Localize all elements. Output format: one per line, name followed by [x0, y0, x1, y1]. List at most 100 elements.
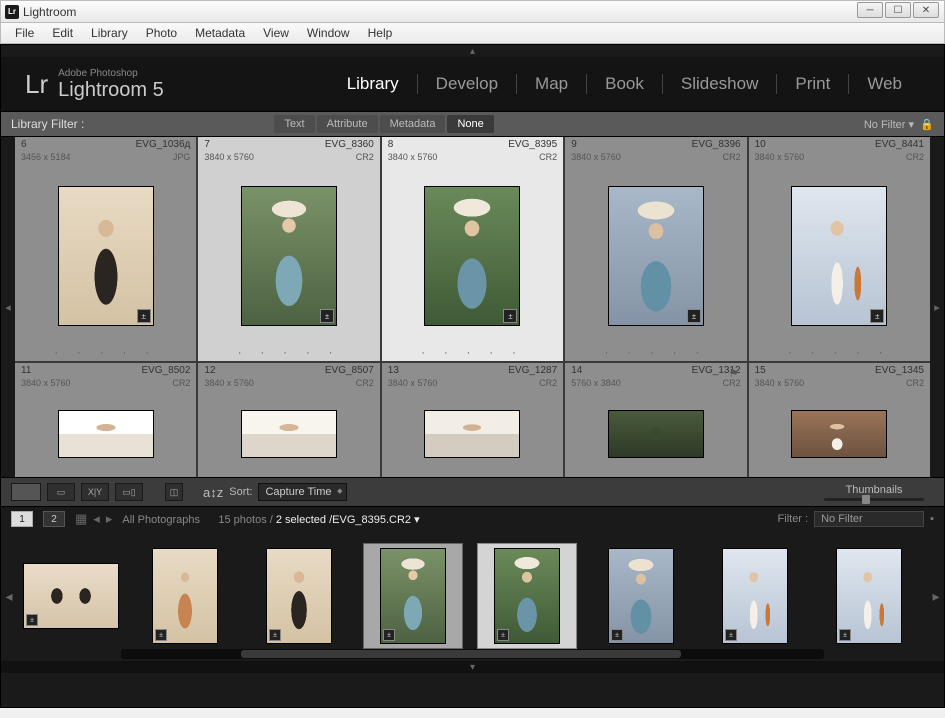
sort-select[interactable]: Capture Time: [258, 483, 346, 501]
cell-filename: EVG_1036д: [136, 139, 191, 150]
rating-dots[interactable]: · · · · ·: [382, 345, 563, 361]
module-web[interactable]: Web: [848, 74, 920, 94]
grid-cell[interactable]: 8EVG_8395 3840 x 5760CR2 ± · · · · ·: [382, 137, 563, 361]
cell-index: 10: [755, 139, 766, 150]
cell-dims: 3456 x 5184: [21, 152, 71, 162]
right-panel-toggle[interactable]: ▸: [930, 137, 944, 477]
cell-index: 14: [571, 365, 582, 376]
thumbnail-image[interactable]: [241, 410, 337, 458]
filmstrip-item[interactable]: ±: [819, 543, 919, 649]
develop-badge-icon: ±: [687, 309, 701, 323]
thumbnail-image[interactable]: [424, 410, 520, 458]
cell-ext: CR2: [723, 152, 741, 162]
cell-ext: CR2: [539, 152, 557, 162]
nav-back-icon[interactable]: ◂: [93, 511, 100, 527]
filmstrip-info-bar: 1 2 ▦ ◂ ▸ All Photographs 15 photos / 2 …: [1, 507, 944, 531]
maximize-button[interactable]: ☐: [885, 2, 911, 18]
thumbnail-image[interactable]: ±: [791, 186, 887, 326]
grid-cell[interactable]: 11EVG_8502 3840 x 5760CR2: [15, 363, 196, 477]
filmstrip-item[interactable]: ±: [21, 543, 121, 649]
grid-cell[interactable]: 7EVG_8360 3840 x 5760CR2 ± · · · · ·: [198, 137, 379, 361]
menu-edit[interactable]: Edit: [44, 24, 81, 42]
grid-cell[interactable]: 14EVG_1312 5760 x 3840CR2 ⚑: [565, 363, 746, 477]
breadcrumb[interactable]: All Photographs 15 photos / 2 selected /…: [122, 513, 419, 526]
thumbnail-image[interactable]: ±: [424, 186, 520, 326]
grid-cell[interactable]: 6EVG_1036д 3456 x 5184JPG ± · · · · ·: [15, 137, 196, 361]
left-panel-toggle[interactable]: ◂: [1, 137, 15, 477]
thumbnail-image[interactable]: [608, 410, 704, 458]
module-slideshow[interactable]: Slideshow: [662, 74, 777, 94]
filmstrip-scroll-right[interactable]: ▸: [928, 531, 944, 661]
rating-dots[interactable]: · · · · ·: [749, 345, 930, 361]
cell-ext: CR2: [356, 378, 374, 388]
module-library[interactable]: Library: [329, 74, 417, 94]
filmstrip-filter-select[interactable]: No Filter: [814, 511, 924, 527]
view-compare-button[interactable]: X|Y: [81, 483, 109, 501]
thumbnail-size-slider[interactable]: [824, 498, 924, 501]
cell-index: 7: [204, 139, 210, 150]
module-map[interactable]: Map: [516, 74, 586, 94]
filter-switch-icon[interactable]: ▪: [930, 513, 934, 525]
grid-cell[interactable]: 12EVG_8507 3840 x 5760CR2: [198, 363, 379, 477]
sort-direction[interactable]: a↕z: [203, 485, 223, 500]
cell-dims: 5760 x 3840: [571, 378, 621, 388]
filmstrip-thumbnail: ±: [494, 548, 560, 644]
nav-forward-icon[interactable]: ▸: [106, 511, 113, 527]
cell-filename: EVG_8395: [508, 139, 557, 150]
develop-badge-icon: ±: [497, 629, 509, 641]
menu-window[interactable]: Window: [299, 24, 358, 42]
view-grid-button[interactable]: [11, 483, 41, 501]
grid-cell[interactable]: 15EVG_1345 3840 x 5760CR2: [749, 363, 930, 477]
filmstrip-item[interactable]: ±: [363, 543, 463, 649]
thumbnail-image[interactable]: ±: [241, 186, 337, 326]
module-book[interactable]: Book: [586, 74, 662, 94]
filmstrip-item[interactable]: ±: [591, 543, 691, 649]
menu-library[interactable]: Library: [83, 24, 136, 42]
menu-view[interactable]: View: [255, 24, 297, 42]
rating-dots[interactable]: · · · · ·: [15, 345, 196, 361]
menu-help[interactable]: Help: [360, 24, 401, 42]
module-develop[interactable]: Develop: [417, 74, 516, 94]
filmstrip-thumbnail: ±: [608, 548, 674, 644]
menu-photo[interactable]: Photo: [138, 24, 185, 42]
rating-dots[interactable]: · · · · ·: [565, 345, 746, 361]
bottom-panel-toggle[interactable]: ▾: [1, 661, 944, 673]
grid-cell[interactable]: 13EVG_1287 3840 x 5760CR2: [382, 363, 563, 477]
grid-cell[interactable]: 10EVG_8441 3840 x 5760CR2 ± · · · · ·: [749, 137, 930, 361]
minimize-button[interactable]: ─: [857, 2, 883, 18]
filter-tab-metadata[interactable]: Metadata: [380, 115, 446, 133]
develop-badge-icon: ±: [870, 309, 884, 323]
monitor-2-button[interactable]: 2: [43, 511, 65, 527]
grid-cell[interactable]: 9EVG_8396 3840 x 5760CR2 ± · · · · ·: [565, 137, 746, 361]
logo-icon: Lr: [25, 69, 48, 100]
lock-icon[interactable]: 🔒: [920, 117, 934, 131]
painter-tool[interactable]: ◫: [165, 483, 183, 501]
develop-badge-icon: ±: [611, 629, 623, 641]
close-button[interactable]: ✕: [913, 2, 939, 18]
filter-tab-attribute[interactable]: Attribute: [317, 115, 378, 133]
filmstrip-scroll-left[interactable]: ◂: [1, 531, 17, 661]
view-loupe-button[interactable]: ▭: [47, 483, 75, 501]
thumbnail-image[interactable]: [791, 410, 887, 458]
filter-preset[interactable]: No Filter ▾: [864, 118, 914, 131]
filmstrip-item[interactable]: ±: [135, 543, 235, 649]
filter-tab-none[interactable]: None: [447, 115, 493, 133]
filmstrip-item[interactable]: ±: [477, 543, 577, 649]
rating-dots[interactable]: · · · · ·: [198, 345, 379, 361]
top-panel-toggle[interactable]: ▴: [1, 45, 944, 57]
menu-file[interactable]: File: [7, 24, 42, 42]
module-print[interactable]: Print: [776, 74, 848, 94]
filmstrip-item[interactable]: ±: [249, 543, 349, 649]
filmstrip-item[interactable]: ±: [705, 543, 805, 649]
thumbnail-image[interactable]: [58, 410, 154, 458]
thumbnail-image[interactable]: ±: [608, 186, 704, 326]
cell-dims: 3840 x 5760: [755, 378, 805, 388]
view-survey-button[interactable]: ▭▯: [115, 483, 143, 501]
grid-mode-icon[interactable]: ▦: [75, 511, 87, 527]
menu-metadata[interactable]: Metadata: [187, 24, 253, 42]
filter-tab-text[interactable]: Text: [274, 115, 314, 133]
monitor-1-button[interactable]: 1: [11, 511, 33, 527]
flag-icon[interactable]: ⚑: [729, 367, 743, 381]
filmstrip-scrollbar[interactable]: [121, 649, 824, 659]
thumbnail-image[interactable]: ±: [58, 186, 154, 326]
